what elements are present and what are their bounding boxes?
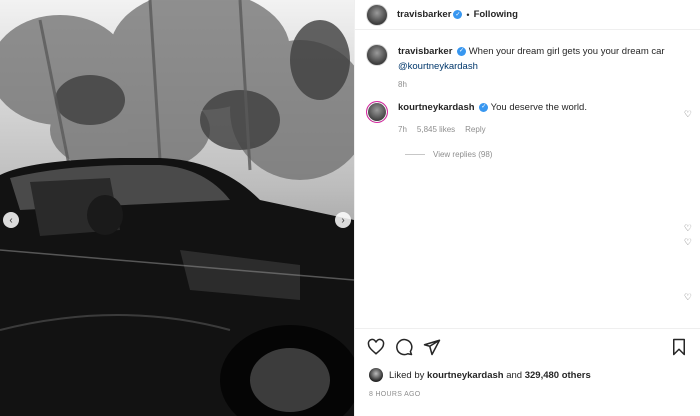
view-replies-button[interactable]: View replies (98) (405, 150, 700, 159)
carousel-next-button[interactable]: › (335, 212, 351, 228)
author-username[interactable]: travisbarker (397, 9, 451, 20)
caption-text: travisbarker ✓ When your dream girl gets… (398, 44, 665, 74)
verified-badge-icon: ✓ (457, 46, 467, 56)
comment-reply-button[interactable]: Reply (465, 125, 485, 134)
caption-mention-link[interactable]: @kourtneykardash (398, 61, 478, 72)
verified-badge-icon: ✓ (479, 102, 489, 112)
verified-badge-icon: ✓ (453, 10, 463, 19)
carousel-prev-button[interactable]: ‹ (3, 212, 19, 228)
share-button[interactable] (423, 338, 441, 356)
chevron-right-icon: › (341, 214, 345, 226)
comment-time[interactable]: 7h (398, 125, 407, 134)
comment-text: You deserve the world. (490, 102, 587, 113)
liked-by-prefix: Liked by (389, 369, 425, 381)
liker-avatar[interactable] (369, 368, 383, 382)
liked-by-row: Liked by kourtneykardash and 329,480 oth… (355, 368, 700, 382)
comment-bubble-icon (396, 338, 413, 356)
post-header: travisbarker ✓ • Following (355, 0, 700, 30)
comment-item: kourtneykardash ✓ You deserve the world.… (355, 101, 700, 134)
action-icons-row (355, 329, 700, 356)
post-actions: Liked by kourtneykardash and 329,480 oth… (355, 328, 700, 416)
following-button[interactable]: Following (474, 9, 518, 20)
post-timestamp[interactable]: 8 HOURS AGO (355, 391, 700, 398)
comments-section: travisbarker ✓ When your dream girl gets… (355, 44, 700, 159)
author-avatar[interactable] (366, 3, 388, 26)
likes-count-link[interactable]: 329,480 others (525, 370, 591, 381)
replies-divider (405, 154, 425, 155)
comment-like-icon[interactable]: ♡ (684, 292, 692, 303)
caption-row: travisbarker ✓ When your dream girl gets… (355, 44, 700, 74)
comment-like-icon[interactable]: ♡ (684, 237, 692, 248)
like-button[interactable] (367, 338, 385, 356)
commenter-avatar[interactable] (366, 101, 388, 123)
comment-like-icon[interactable]: ♡ (684, 109, 692, 120)
caption-body: When your dream girl gets you your dream… (468, 46, 665, 57)
comment-button[interactable] (395, 338, 413, 356)
paper-plane-icon (423, 339, 441, 356)
liker-username[interactable]: kourtneykardash (427, 370, 504, 381)
post-photo[interactable]: ‹ › (0, 0, 354, 416)
separator-dot: • (466, 9, 470, 20)
caption-author-avatar[interactable] (366, 44, 388, 66)
chevron-left-icon: ‹ (9, 214, 13, 226)
car-photo-image (0, 0, 354, 416)
view-replies-label: View replies (98) (433, 150, 493, 159)
liked-by-and: and (506, 369, 523, 381)
comment-like-icon[interactable]: ♡ (684, 223, 692, 234)
commenter-username[interactable]: kourtneykardash (398, 102, 475, 113)
post-side-panel: travisbarker ✓ • Following travisbarker … (354, 0, 700, 416)
heart-icon (367, 338, 385, 355)
bookmark-icon (673, 338, 685, 356)
save-button[interactable] (670, 338, 688, 356)
caption-author-username[interactable]: travisbarker (398, 46, 452, 57)
comment-meta: 7h 5,845 likes Reply (398, 125, 587, 134)
caption-time[interactable]: 8h (398, 80, 700, 89)
comment-likes[interactable]: 5,845 likes (417, 125, 455, 134)
